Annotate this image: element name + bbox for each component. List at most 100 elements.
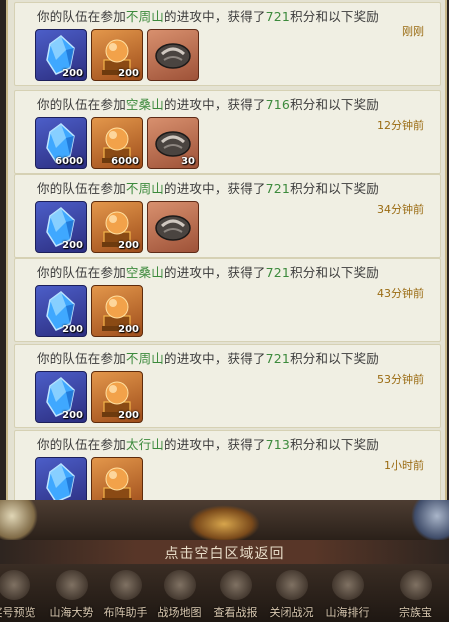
mountain-name: 太行山 [125, 437, 165, 452]
stone-ore-icon [155, 43, 191, 69]
nav-label: 山海大势 [49, 606, 94, 619]
item-quantity: 200 [62, 240, 83, 251]
item-quantity: 200 [118, 410, 139, 421]
stone-ore-icon [155, 215, 191, 241]
message-suffix: 积分和以下奖励 [290, 351, 379, 366]
battle-log-entry: 你的队伍在参加太行山的进攻中，获得了713积分和以下奖励 1小时前 [14, 430, 441, 508]
message-suffix: 积分和以下奖励 [290, 437, 379, 452]
entry-timestamp: 12分钟前 [377, 119, 424, 132]
nav-label: 查看战报 [213, 606, 258, 619]
points-value: 713 [265, 437, 291, 452]
reward-item-blue-crystal[interactable]: 6000 [35, 117, 87, 169]
points-value: 721 [265, 265, 291, 280]
item-quantity: 6000 [111, 156, 139, 167]
report-icon [220, 570, 252, 600]
battle-log-entry: 你的队伍在参加空桑山的进攻中，获得了721积分和以下奖励 43分钟前 200 200 [14, 258, 441, 342]
bottom-navbar: 奖号预览山海大势布阵助手战场地图查看战报关闭战况山海排行 宗族宝 [0, 564, 449, 622]
reward-item-blue-crystal[interactable]: 200 [35, 371, 87, 423]
nav-map[interactable]: 战场地图 [152, 564, 207, 622]
message-middle: 的进攻中，获得了 [164, 181, 266, 196]
entry-message: 你的队伍在参加不周山的进攻中，获得了721积分和以下奖励 [37, 6, 379, 25]
item-quantity: 200 [62, 324, 83, 335]
entry-message: 你的队伍在参加太行山的进攻中，获得了713积分和以下奖励 [37, 434, 379, 453]
message-prefix: 你的队伍在参加 [37, 97, 126, 112]
message-middle: 的进攻中，获得了 [164, 351, 266, 366]
frame-ornament-right [409, 500, 449, 540]
message-middle: 的进攻中，获得了 [164, 9, 266, 24]
message-prefix: 你的队伍在参加 [37, 9, 126, 24]
reward-item-orange-orb[interactable]: 200 [91, 201, 143, 253]
item-quantity: 30 [181, 156, 195, 167]
mountain-icon [56, 570, 88, 600]
nav-eye[interactable]: 关闭战况 [264, 564, 319, 622]
item-quantity: 200 [118, 324, 139, 335]
entry-message: 你的队伍在参加不周山的进攻中，获得了721积分和以下奖励 [37, 348, 379, 367]
message-prefix: 你的队伍在参加 [37, 351, 126, 366]
reward-item-stone-ore[interactable] [147, 29, 199, 81]
ranking-icon [332, 570, 364, 600]
reward-item-stone-ore[interactable] [147, 201, 199, 253]
item-quantity: 6000 [55, 156, 83, 167]
mountain-name: 不周山 [125, 351, 165, 366]
return-hint[interactable]: 点击空白区域返回 [0, 543, 449, 563]
nav-treasure[interactable]: 宗族宝 [388, 564, 443, 622]
formation-icon [110, 570, 142, 600]
reward-item-orange-orb[interactable]: 200 [91, 285, 143, 337]
points-value: 721 [265, 351, 291, 366]
item-quantity: 200 [62, 410, 83, 421]
reward-item-blue-crystal[interactable]: 200 [35, 29, 87, 81]
nav-label: 宗族宝 [399, 606, 432, 619]
nav-report[interactable]: 查看战报 [208, 564, 263, 622]
nav-label: 山海排行 [325, 606, 370, 619]
entry-message: 你的队伍在参加空桑山的进攻中，获得了721积分和以下奖励 [37, 262, 379, 281]
mountain-name: 不周山 [125, 181, 165, 196]
item-quantity: 200 [118, 240, 139, 251]
item-quantity: 200 [62, 68, 83, 79]
reward-item-orange-orb[interactable]: 200 [91, 29, 143, 81]
mountain-name: 空桑山 [125, 265, 165, 280]
battle-log-entry: 你的队伍在参加不周山的进攻中，获得了721积分和以下奖励 34分钟前 200 200 [14, 174, 441, 258]
points-value: 716 [265, 97, 291, 112]
message-prefix: 你的队伍在参加 [37, 181, 126, 196]
mountain-name: 不周山 [125, 9, 165, 24]
message-middle: 的进攻中，获得了 [164, 97, 266, 112]
reward-item-orange-orb[interactable]: 200 [91, 371, 143, 423]
reward-item-stone-ore[interactable]: 30 [147, 117, 199, 169]
center-ornament [188, 505, 260, 543]
message-middle: 的进攻中，获得了 [164, 437, 266, 452]
nav-label: 关闭战况 [269, 606, 314, 619]
entry-timestamp: 43分钟前 [377, 287, 424, 300]
battle-log-entry: 你的队伍在参加不周山的进攻中，获得了721积分和以下奖励 53分钟前 200 200 [14, 344, 441, 428]
mountain-name: 空桑山 [125, 97, 165, 112]
reward-item-orange-orb[interactable]: 6000 [91, 117, 143, 169]
eye-icon [276, 570, 308, 600]
treasure-icon [400, 570, 432, 600]
entry-timestamp: 刚刚 [402, 25, 424, 38]
message-suffix: 积分和以下奖励 [290, 9, 379, 24]
message-prefix: 你的队伍在参加 [37, 265, 126, 280]
message-middle: 的进攻中，获得了 [164, 265, 266, 280]
nav-ranking[interactable]: 山海排行 [320, 564, 375, 622]
points-value: 721 [265, 9, 291, 24]
battle-log-panel[interactable]: 你的队伍在参加不周山的进攻中，获得了721积分和以下奖励 刚刚 200 200 你的队伍… [6, 0, 447, 508]
reward-item-blue-crystal[interactable]: 200 [35, 285, 87, 337]
entry-timestamp: 53分钟前 [377, 373, 424, 386]
nav-label: 奖号预览 [0, 606, 36, 619]
reward-item-blue-crystal[interactable]: 200 [35, 201, 87, 253]
nav-formation[interactable]: 布阵助手 [98, 564, 153, 622]
frame-ornament-left [0, 500, 40, 540]
entry-message: 你的队伍在参加不周山的进攻中，获得了721积分和以下奖励 [37, 178, 379, 197]
entry-timestamp: 1小时前 [384, 459, 424, 472]
message-suffix: 积分和以下奖励 [290, 97, 379, 112]
nav-label: 战场地图 [157, 606, 202, 619]
nav-mountain[interactable]: 山海大势 [44, 564, 99, 622]
entry-message: 你的队伍在参加空桑山的进攻中，获得了716积分和以下奖励 [37, 94, 379, 113]
nav-gift[interactable]: 奖号预览 [0, 564, 41, 622]
map-icon [164, 570, 196, 600]
battle-log-entry: 你的队伍在参加空桑山的进攻中，获得了716积分和以下奖励 12分钟前 6000 600… [14, 90, 441, 174]
message-suffix: 积分和以下奖励 [290, 181, 379, 196]
item-quantity: 200 [118, 68, 139, 79]
battle-log-entry: 你的队伍在参加不周山的进攻中，获得了721积分和以下奖励刚刚 200 200 [14, 2, 441, 86]
entry-timestamp: 34分钟前 [377, 203, 424, 216]
gift-icon [0, 570, 30, 600]
